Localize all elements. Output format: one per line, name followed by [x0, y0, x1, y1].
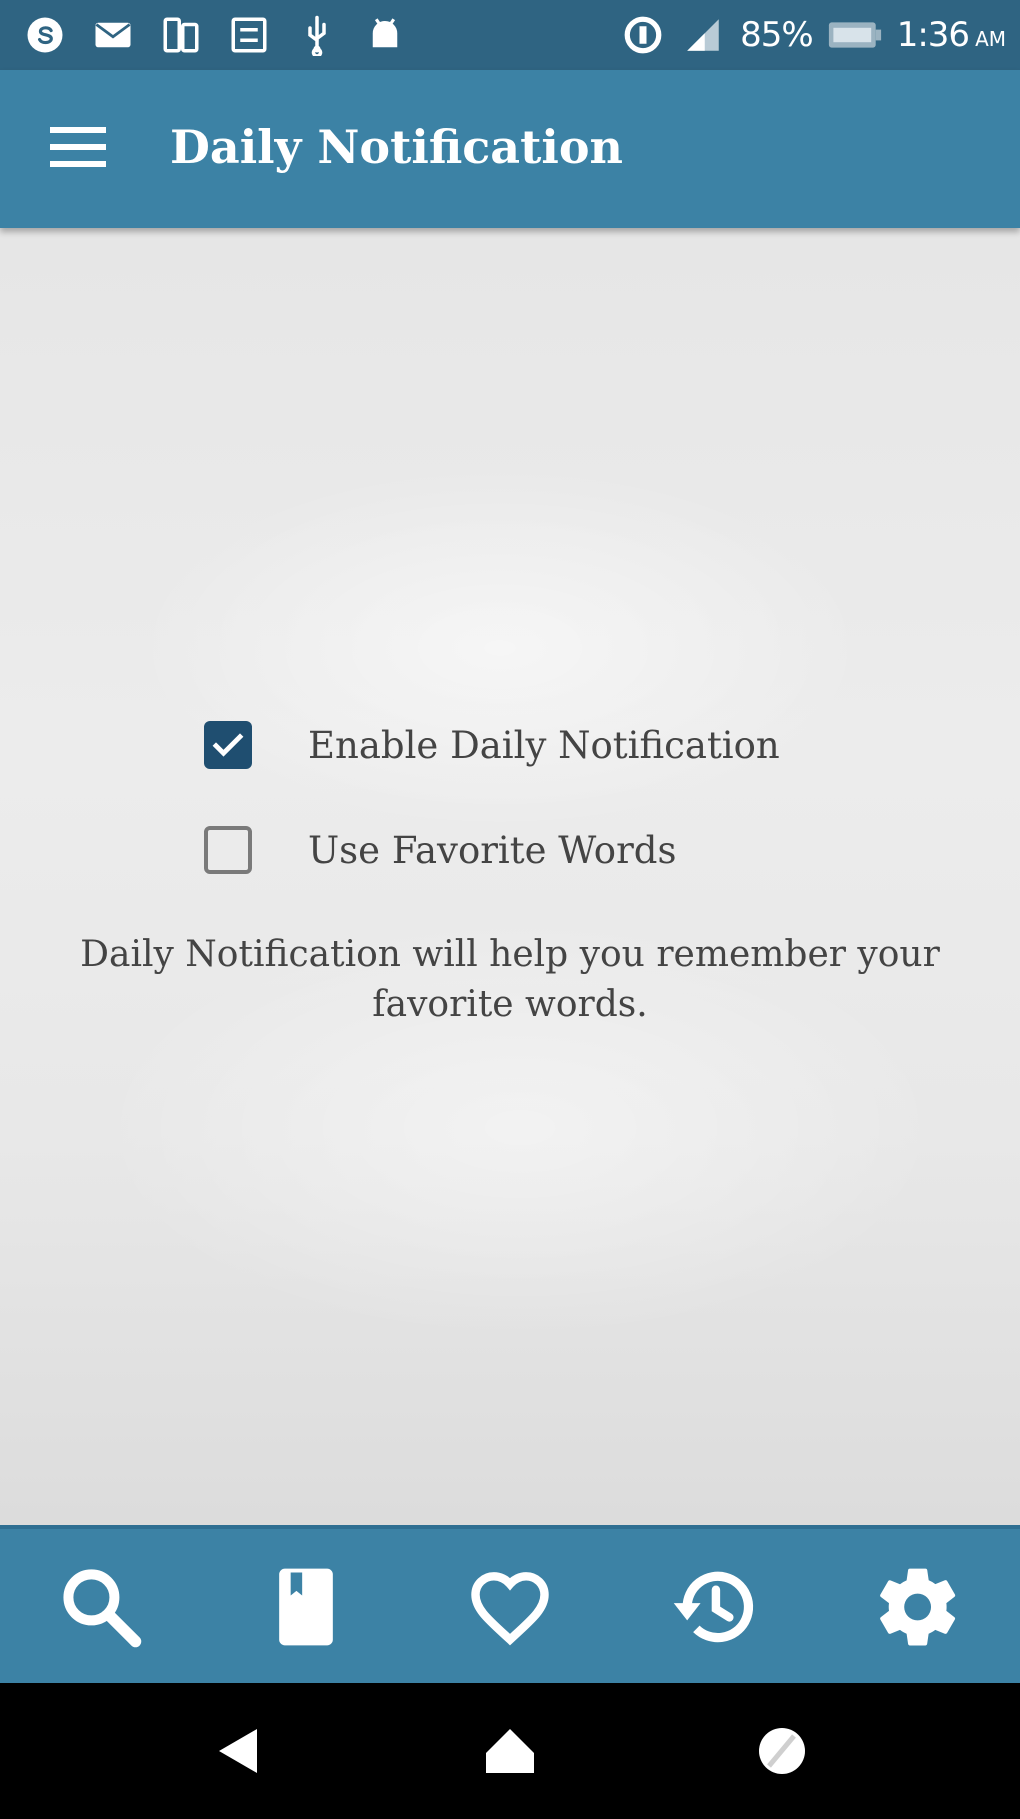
dual-sim-icon	[158, 12, 204, 58]
system-back-button[interactable]	[202, 1721, 272, 1781]
data-saver-icon	[620, 12, 666, 58]
status-right-icons: 85% 1:36 AM	[620, 0, 1006, 70]
bottom-navigation	[0, 1525, 1020, 1683]
nav-dictionary-button[interactable]	[256, 1557, 356, 1657]
clock-am-pm: AM	[975, 27, 1006, 51]
use-favorite-words-label[interactable]: Use Favorite Words	[308, 829, 676, 872]
checkmark-icon	[212, 733, 244, 757]
system-navigation-bar	[0, 1683, 1020, 1819]
battery-icon	[827, 12, 883, 58]
app-bar: Daily Notification	[0, 70, 1020, 228]
use-favorite-words-option[interactable]: Use Favorite Words	[204, 820, 676, 880]
skype-icon	[22, 12, 68, 58]
system-recents-button[interactable]	[747, 1721, 817, 1781]
history-icon	[673, 1571, 754, 1643]
nav-settings-button[interactable]	[868, 1557, 968, 1657]
help-text: Daily Notification will help you remembe…	[80, 934, 940, 1025]
battery-percent: 85%	[740, 15, 814, 55]
home-icon	[486, 1729, 534, 1773]
enable-daily-notification-checkbox[interactable]	[204, 721, 252, 769]
enable-daily-notification-label[interactable]: Enable Daily Notification	[308, 724, 780, 767]
clock-time: 1:36	[896, 15, 970, 55]
screenshot-icon	[226, 12, 272, 58]
nav-favorites-button[interactable]	[460, 1557, 560, 1657]
use-favorite-words-checkbox[interactable]	[204, 826, 252, 874]
hamburger-menu-icon	[50, 127, 106, 167]
status-left-icons	[22, 0, 408, 70]
back-triangle-icon	[219, 1729, 257, 1773]
hamburger-menu-button[interactable]	[38, 112, 118, 182]
status-bar: 85% 1:36 AM	[0, 0, 1020, 70]
search-icon	[63, 1569, 142, 1648]
system-home-button[interactable]	[475, 1721, 545, 1781]
dictionary-book-icon	[279, 1568, 333, 1646]
nav-history-button[interactable]	[664, 1557, 764, 1657]
main-content: Enable Daily Notification Use Favorite W…	[0, 228, 1020, 1525]
signal-icon	[680, 12, 726, 58]
settings-gear-icon	[880, 1568, 956, 1646]
usb-icon	[294, 12, 340, 58]
mail-icon	[90, 12, 136, 58]
android-icon	[362, 12, 408, 58]
nav-search-button[interactable]	[51, 1557, 151, 1657]
page-title: Daily Notification	[170, 120, 623, 174]
enable-daily-notification-option[interactable]: Enable Daily Notification	[204, 715, 780, 775]
heart-icon	[471, 1572, 549, 1646]
circle-icon	[759, 1728, 805, 1774]
